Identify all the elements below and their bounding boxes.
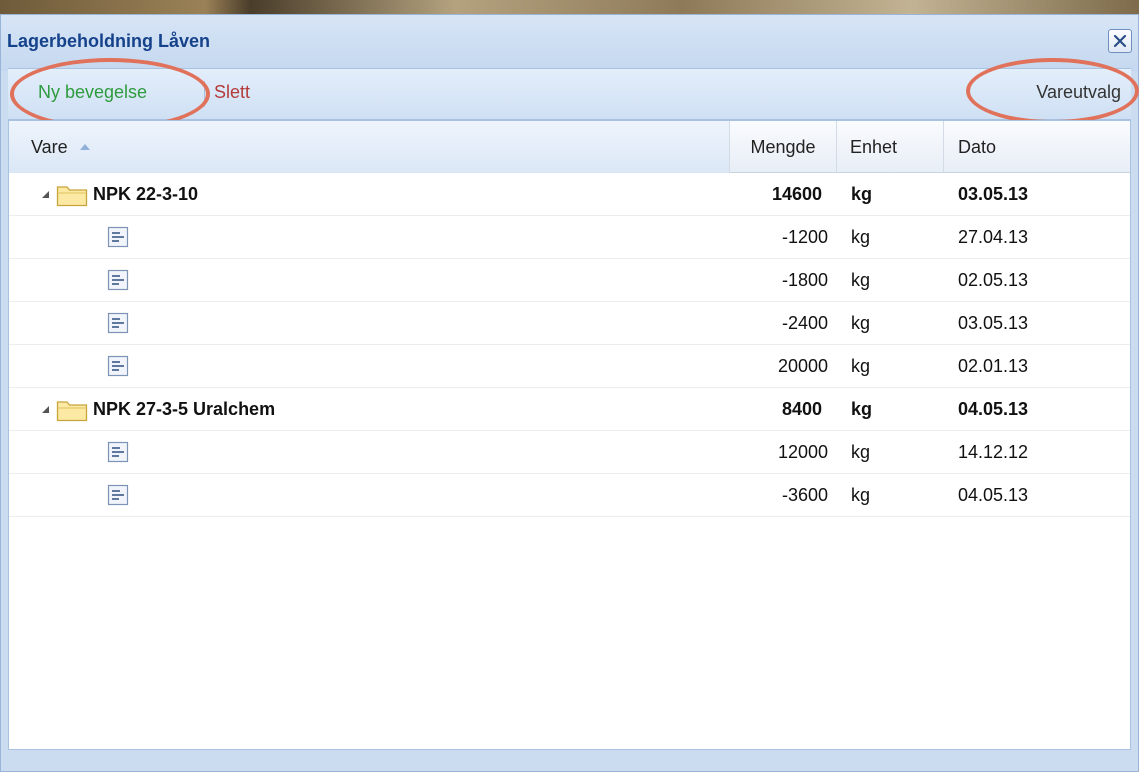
column-header-mengde[interactable]: Mengde xyxy=(730,121,837,173)
dato-cell: 02.05.13 xyxy=(958,270,1029,290)
mengde-cell: -1200 xyxy=(781,227,828,247)
dato-cell: 04.05.13 xyxy=(958,485,1029,505)
table-row[interactable]: -3600 kg 04.05.13 xyxy=(9,474,1130,517)
grid-rows: NPK 22-3-10 14600 kg 03.05.13 -1200 kg 2… xyxy=(9,173,1130,517)
grid-header: Vare Mengde Enhet Dato xyxy=(9,121,1130,173)
item-selection-button[interactable]: Vareutvalg xyxy=(1036,82,1121,103)
document-row-icon xyxy=(107,312,129,334)
group-row[interactable]: NPK 22-3-10 14600 kg 03.05.13 xyxy=(9,173,1130,216)
column-header-vare-label: Vare xyxy=(31,137,68,157)
dato-cell: 14.12.12 xyxy=(958,442,1029,462)
table-row[interactable]: 20000 kg 02.01.13 xyxy=(9,345,1130,388)
mengde-cell: 20000 xyxy=(777,356,828,376)
dato-cell: 04.05.13 xyxy=(958,399,1029,419)
sort-ascending-icon xyxy=(79,143,90,150)
folder-icon xyxy=(56,186,88,207)
enhet-cell: kg xyxy=(851,399,873,419)
vare-cell xyxy=(9,259,730,301)
desktop-background xyxy=(0,0,1139,14)
table-row[interactable]: -1800 kg 02.05.13 xyxy=(9,259,1130,302)
folder-icon xyxy=(56,401,88,422)
new-movement-button[interactable]: Ny bevegelse xyxy=(38,82,147,103)
vare-cell xyxy=(9,431,730,473)
toolbar-separator xyxy=(204,81,205,107)
column-header-dato[interactable]: Dato xyxy=(944,121,1130,173)
table-row[interactable]: -2400 kg 03.05.13 xyxy=(9,302,1130,345)
group-name: NPK 27-3-5 Uralchem xyxy=(93,399,276,419)
mengde-cell: -1800 xyxy=(781,270,828,290)
column-header-vare[interactable]: Vare xyxy=(9,121,730,173)
dato-cell: 27.04.13 xyxy=(958,227,1029,247)
enhet-cell: kg xyxy=(851,356,871,376)
enhet-cell: kg xyxy=(851,313,871,333)
vare-cell xyxy=(9,216,730,258)
enhet-cell: kg xyxy=(851,184,873,204)
group-name: NPK 22-3-10 xyxy=(93,184,199,204)
mengde-cell: 8400 xyxy=(781,399,822,419)
mengde-cell: 12000 xyxy=(777,442,828,462)
vare-cell xyxy=(9,302,730,344)
window-title: Lagerbeholdning Låven xyxy=(7,31,211,51)
group-row[interactable]: NPK 27-3-5 Uralchem 8400 kg 04.05.13 xyxy=(9,388,1130,431)
group-vare-cell: NPK 22-3-10 xyxy=(9,173,730,215)
table-row[interactable]: -1200 kg 27.04.13 xyxy=(9,216,1130,259)
document-row-icon xyxy=(107,441,129,463)
enhet-cell: kg xyxy=(851,485,871,505)
mengde-cell: -3600 xyxy=(781,485,828,505)
document-row-icon xyxy=(107,269,129,291)
document-row-icon xyxy=(107,355,129,377)
expanded-triangle-icon[interactable] xyxy=(41,405,50,414)
table-row[interactable]: 12000 kg 14.12.12 xyxy=(9,431,1130,474)
dato-cell: 03.05.13 xyxy=(958,184,1029,204)
column-header-enhet[interactable]: Enhet xyxy=(837,121,944,173)
inventory-grid: Vare Mengde Enhet Dato NPK 22-3-10 14600 xyxy=(8,120,1131,750)
toolbar: Ny bevegelse Slett Vareutvalg xyxy=(8,68,1131,120)
dato-cell: 02.01.13 xyxy=(958,356,1029,376)
close-icon xyxy=(1113,34,1127,48)
enhet-cell: kg xyxy=(851,227,871,247)
document-row-icon xyxy=(107,484,129,506)
expanded-triangle-icon[interactable] xyxy=(41,190,50,199)
group-vare-cell: NPK 27-3-5 Uralchem xyxy=(9,388,730,430)
enhet-cell: kg xyxy=(851,442,871,462)
vare-cell xyxy=(9,345,730,387)
enhet-cell: kg xyxy=(851,270,871,290)
window-titlebar: Lagerbeholdning Låven xyxy=(1,15,1138,71)
mengde-cell: 14600 xyxy=(771,184,822,204)
document-row-icon xyxy=(107,226,129,248)
delete-button[interactable]: Slett xyxy=(214,82,250,103)
dato-cell: 03.05.13 xyxy=(958,313,1029,333)
vare-cell xyxy=(9,474,730,516)
close-button[interactable] xyxy=(1108,29,1132,53)
mengde-cell: -2400 xyxy=(781,313,828,333)
